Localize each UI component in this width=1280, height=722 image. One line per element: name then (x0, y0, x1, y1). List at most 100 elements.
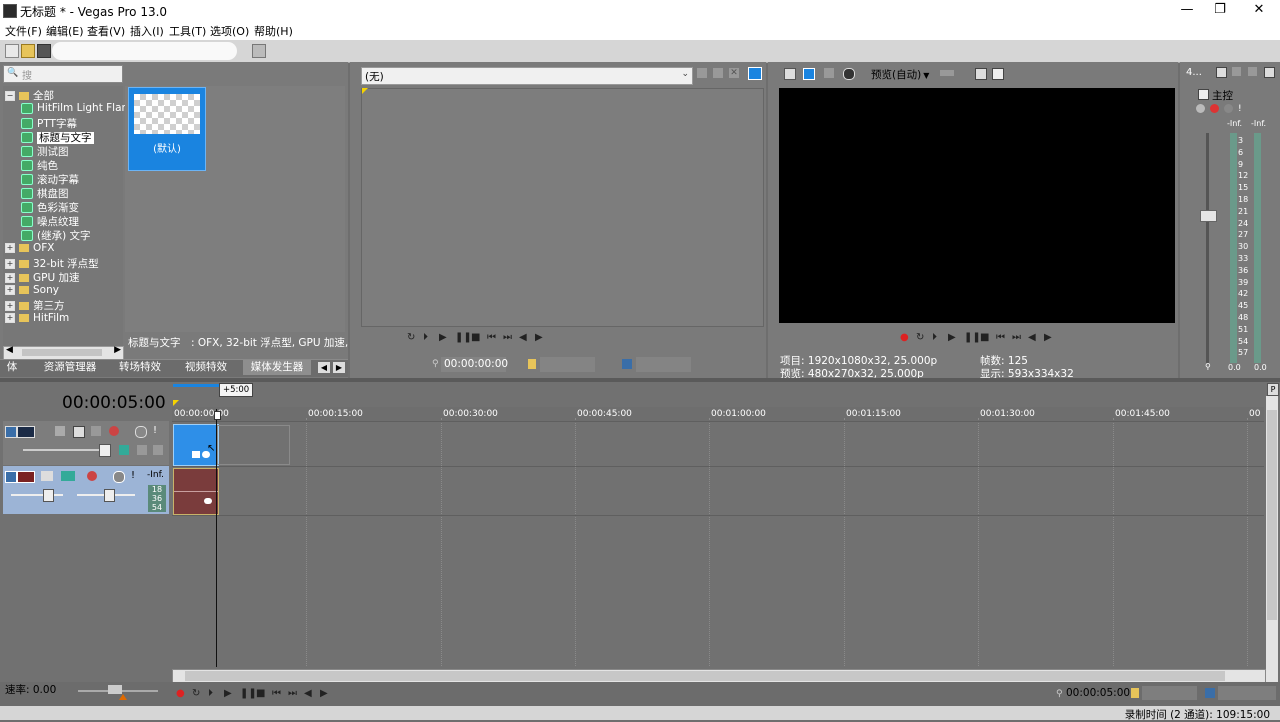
play-icon[interactable]: ▶ (439, 332, 450, 343)
timeline-vertical-scrollbar[interactable] (1266, 396, 1278, 682)
video-event-clip[interactable]: ↖ (173, 424, 219, 466)
master-icon-4[interactable] (1264, 67, 1275, 78)
close-button[interactable]: ✕ (1236, 0, 1280, 21)
audio-solo-icon[interactable]: ! (131, 470, 135, 481)
collapse-icon[interactable]: − (5, 90, 15, 101)
tab-video-fx[interactable]: 视频特效 (180, 360, 232, 375)
loop-region-bar[interactable] (173, 384, 219, 387)
tree-item[interactable]: 纯色 (21, 158, 58, 172)
scroll-thumb[interactable] (22, 349, 102, 356)
go-to-start-icon[interactable]: ⏮ (487, 332, 498, 343)
tree-item[interactable]: 棋盘图 (21, 186, 69, 200)
audio-envelope-icon[interactable] (61, 471, 75, 481)
go-to-end-icon[interactable]: ⏭ (503, 332, 514, 343)
video-track-header[interactable]: ! (3, 421, 169, 465)
loop-icon[interactable]: ↻ (192, 688, 203, 699)
copy-snapshot-icon[interactable] (975, 68, 987, 80)
horizontal-scroll-thumb[interactable] (185, 671, 1225, 681)
play-from-start-icon[interactable]: ⏵ (208, 688, 219, 699)
tree-item[interactable]: (继承) 文字 (21, 228, 91, 242)
go-to-end-icon[interactable]: ⏭ (1012, 332, 1023, 343)
bottom-length-field[interactable] (1218, 686, 1276, 700)
video-envelope-icon[interactable] (119, 445, 129, 455)
master-icon-1[interactable] (1216, 67, 1227, 78)
audio-volume-slider[interactable] (11, 494, 63, 496)
expand-icon[interactable]: + (5, 258, 15, 269)
master-icon-2[interactable] (1232, 67, 1241, 76)
in-point-field[interactable] (540, 357, 595, 372)
expand-icon[interactable]: + (5, 243, 15, 253)
audio-event-icon[interactable] (204, 498, 212, 504)
timeline-horizontal-scrollbar[interactable] (172, 669, 1266, 683)
next-frame-icon[interactable]: ▶ (1044, 332, 1055, 343)
save-icon[interactable] (37, 44, 51, 58)
menu-options[interactable]: 选项(O) (210, 23, 249, 39)
master-solo-icon[interactable]: ! (1238, 104, 1242, 114)
bottom-in-field[interactable] (1142, 686, 1197, 700)
video-collapse-icon[interactable] (153, 445, 163, 455)
compositing-icon[interactable] (109, 426, 119, 436)
trimmer-pin-icon[interactable] (713, 68, 723, 78)
split-screen-icon[interactable] (824, 68, 834, 78)
play-from-start-icon[interactable]: ⏵ (423, 332, 434, 343)
expand-icon[interactable]: + (5, 313, 15, 323)
event-fx-icon[interactable] (192, 451, 200, 458)
tree-item[interactable]: − 全部 (5, 88, 54, 102)
tree-item[interactable]: + GPU 加速 (5, 270, 80, 284)
tree-item[interactable]: 标题与文字 (21, 130, 94, 144)
record-icon[interactable]: ● (176, 688, 187, 699)
prev-frame-icon[interactable]: ◀ (1028, 332, 1039, 343)
next-frame-icon[interactable]: ▶ (320, 688, 331, 699)
preview-quality-dropdown[interactable]: 预览(自动) ▼ (871, 67, 931, 81)
properties-icon[interactable] (252, 44, 266, 58)
vertical-scroll-thumb[interactable] (1267, 410, 1277, 620)
mute-icon[interactable] (135, 426, 147, 438)
menu-insert[interactable]: 插入(I) (130, 23, 164, 39)
solo-icon[interactable]: ! (153, 425, 157, 436)
prev-frame-icon[interactable]: ◀ (519, 332, 530, 343)
go-to-start-icon[interactable]: ⏮ (272, 688, 283, 699)
loop-icon[interactable]: ↻ (407, 332, 418, 343)
scroll-left-icon[interactable]: ◀ (6, 345, 13, 355)
playhead-handle[interactable] (214, 411, 221, 420)
menu-edit[interactable]: 编辑(E) (46, 23, 84, 39)
search-box[interactable]: 🔍 搜 (3, 65, 123, 83)
tree-item[interactable]: 滚动字幕 (21, 172, 79, 186)
play-icon[interactable]: ▶ (948, 332, 959, 343)
open-icon[interactable] (21, 44, 35, 58)
video-output-icon[interactable] (784, 68, 796, 80)
menu-file[interactable]: 文件(F) (5, 23, 42, 39)
bottom-timecode[interactable]: 00:00:05:00 (1066, 686, 1130, 700)
save-snapshot-icon[interactable] (992, 68, 1004, 80)
video-level-slider[interactable] (23, 449, 111, 451)
track-fx-icon[interactable] (73, 426, 85, 438)
master-fader-handle[interactable] (1200, 210, 1217, 222)
length-field[interactable] (636, 357, 691, 372)
pause-icon[interactable]: ❚❚ (240, 688, 257, 699)
scroll-right-icon[interactable]: ▶ (114, 345, 121, 355)
trimmer-canvas[interactable] (361, 88, 764, 327)
menu-help[interactable]: 帮助(H) (254, 23, 293, 39)
tab-scroll-left-icon[interactable]: ◀ (318, 362, 330, 373)
tree-scrollbar[interactable]: ◀ ▶ (3, 345, 124, 360)
tree-item[interactable]: + Sony (5, 284, 59, 298)
prev-frame-icon[interactable]: ◀ (304, 688, 315, 699)
go-to-start-icon[interactable]: ⏮ (996, 332, 1007, 343)
tree-item[interactable]: + OFX (5, 242, 55, 256)
expand-icon[interactable]: + (5, 300, 15, 311)
trimmer-dropdown[interactable]: (无) ⌄ (361, 67, 693, 85)
tab-scroll-right-icon[interactable]: ▶ (333, 362, 345, 373)
tab-transitions[interactable]: 转场特效 (114, 360, 166, 375)
record-icon[interactable]: ● (900, 332, 911, 343)
next-frame-icon[interactable]: ▶ (535, 332, 546, 343)
effects-bypass-icon[interactable] (843, 68, 855, 80)
audio-event-clip[interactable] (173, 468, 219, 515)
stop-icon[interactable]: ■ (471, 332, 482, 343)
audio-track-header[interactable]: ! -Inf. 18 36 54 (3, 466, 169, 514)
tree-item[interactable]: + 第三方 (5, 298, 65, 312)
audio-mute-icon[interactable] (113, 471, 125, 483)
master-record-icon[interactable] (1210, 104, 1219, 113)
play-icon[interactable]: ▶ (224, 688, 235, 699)
track-motion-icon[interactable] (55, 426, 65, 436)
audio-invert-icon[interactable] (41, 471, 53, 481)
